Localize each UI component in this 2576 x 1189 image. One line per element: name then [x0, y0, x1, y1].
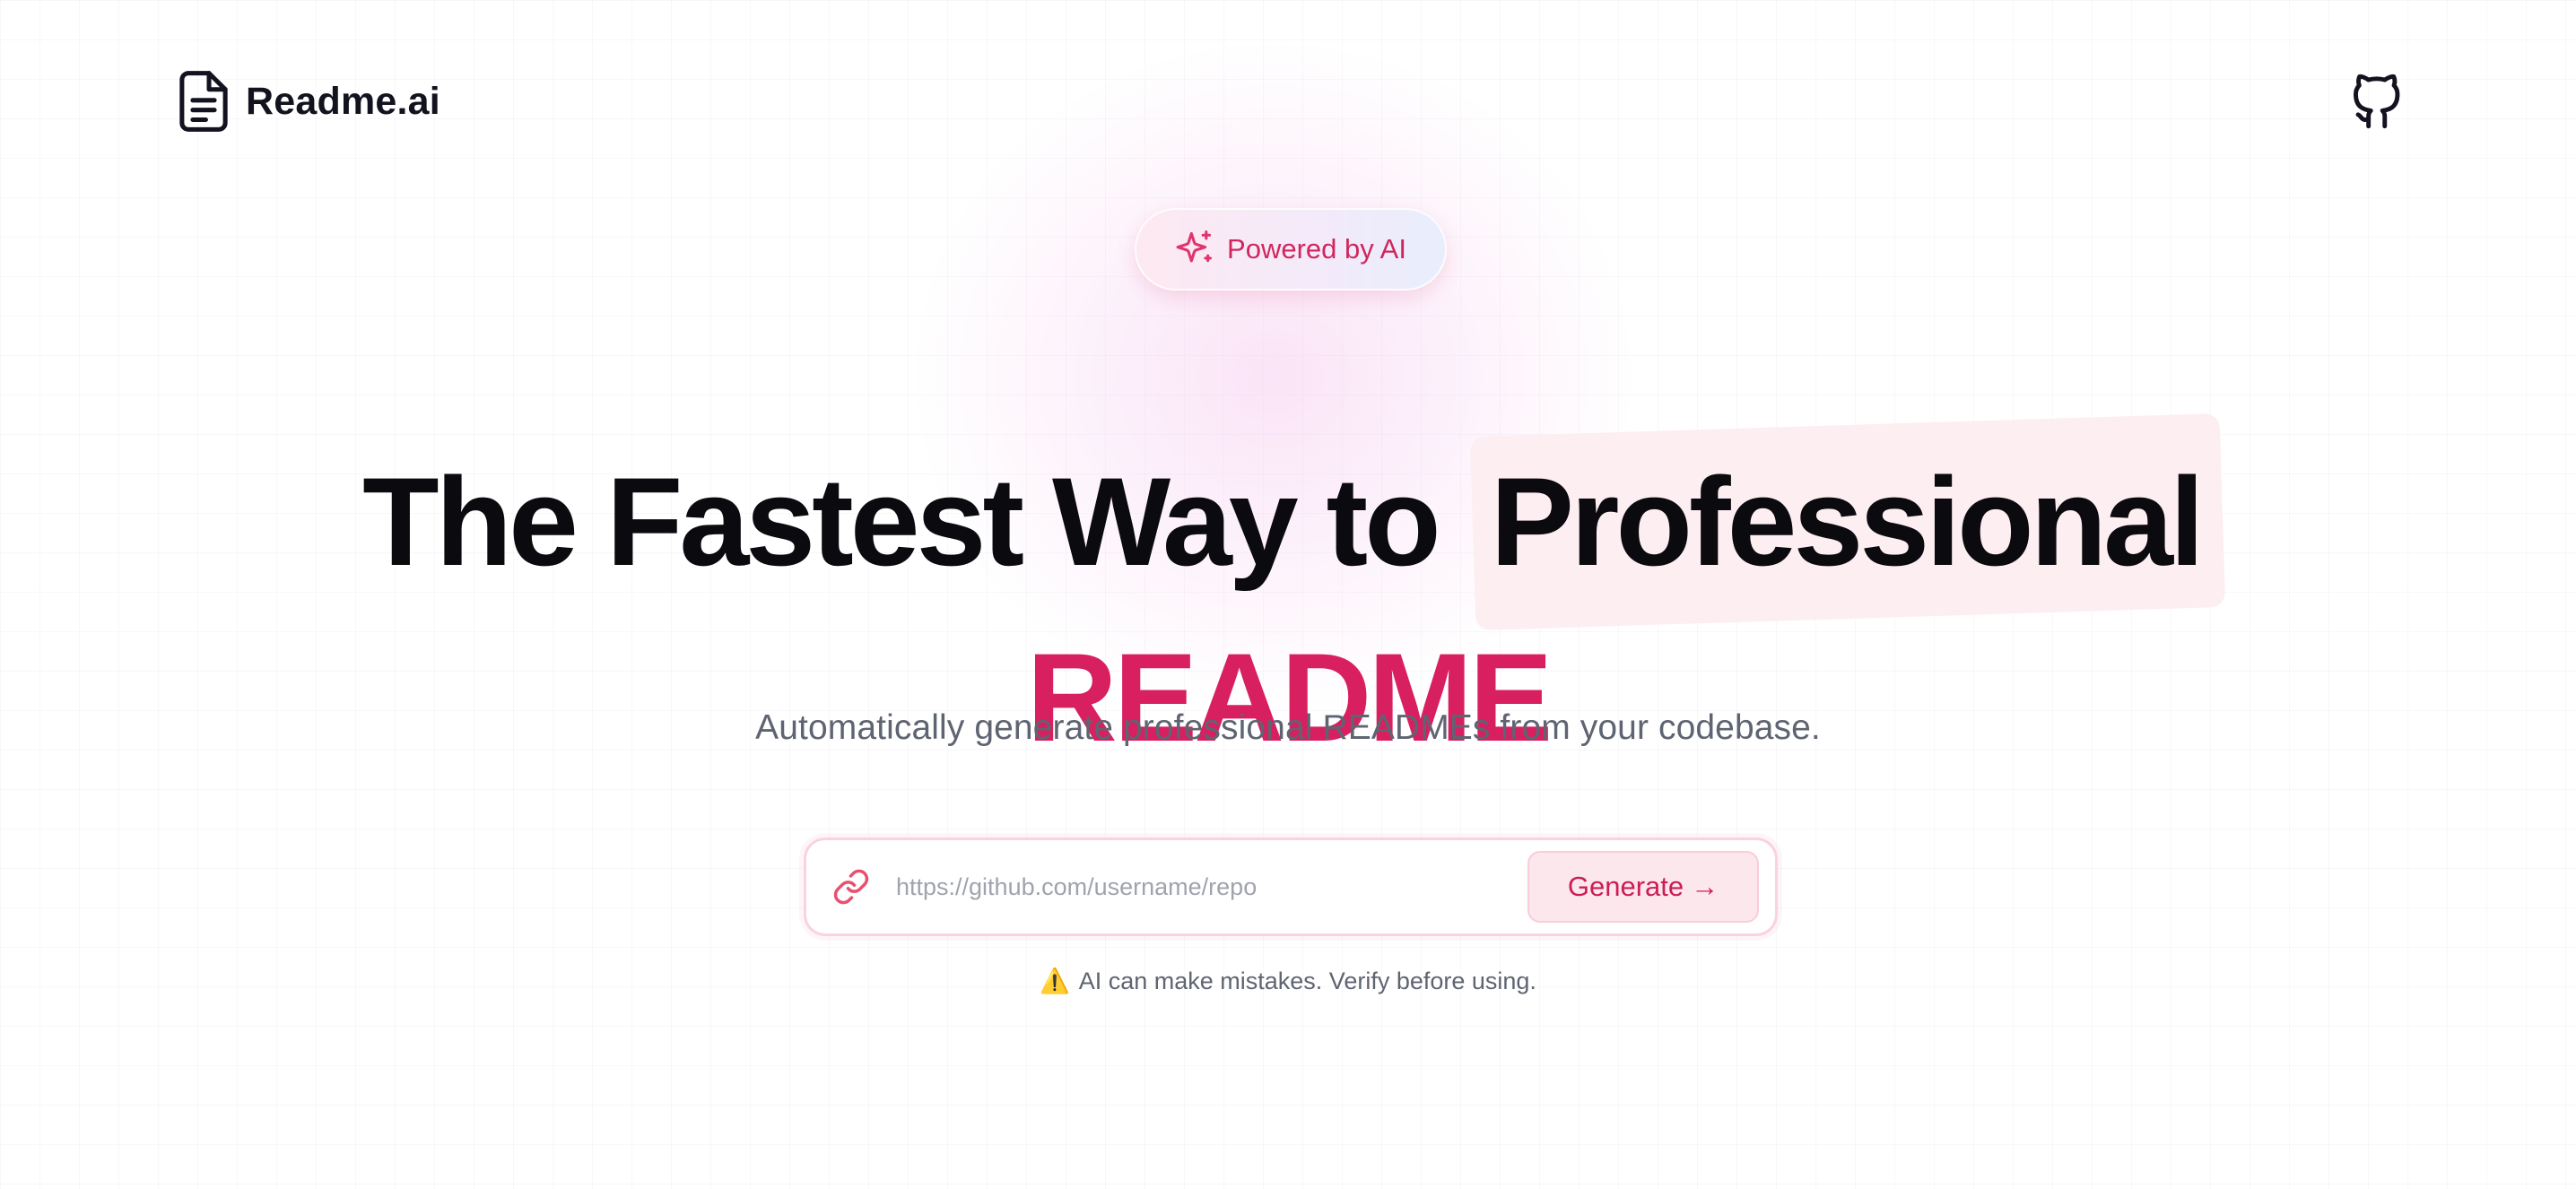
headline-lead: The Fastest Way to — [362, 450, 1441, 592]
headline-line-1: The Fastest Way to Professional — [0, 412, 2576, 630]
link-icon — [806, 840, 896, 933]
generate-button[interactable]: Generate → — [1527, 851, 1759, 923]
hero-subtitle: Automatically generate professional READ… — [755, 708, 1821, 747]
github-icon — [2350, 68, 2406, 135]
warning-icon: ⚠️ — [1040, 968, 1070, 994]
headline-highlight-text: Professional — [1490, 450, 2205, 592]
brand-name: Readme.ai — [246, 79, 440, 123]
github-link[interactable] — [2346, 68, 2409, 135]
repo-url-input[interactable] — [896, 855, 1527, 918]
arrow-right-icon: → — [1691, 871, 1719, 902]
headline-highlight: Professional — [1469, 412, 2226, 630]
brand[interactable]: Readme.ai — [178, 70, 440, 133]
headline-accent: README — [1026, 626, 1553, 768]
repo-url-form: Generate → — [804, 838, 1778, 936]
sparkle-icon — [1175, 228, 1214, 272]
generate-label: Generate — [1567, 871, 1684, 902]
document-icon — [178, 70, 230, 133]
badge-label: Powered by AI — [1227, 233, 1406, 265]
ai-disclaimer: ⚠️ AI can make mistakes. Verify before u… — [0, 967, 2576, 995]
powered-by-ai-badge: Powered by AI — [1135, 208, 1447, 291]
disclaimer-text: AI can make mistakes. Verify before usin… — [1078, 968, 1536, 994]
